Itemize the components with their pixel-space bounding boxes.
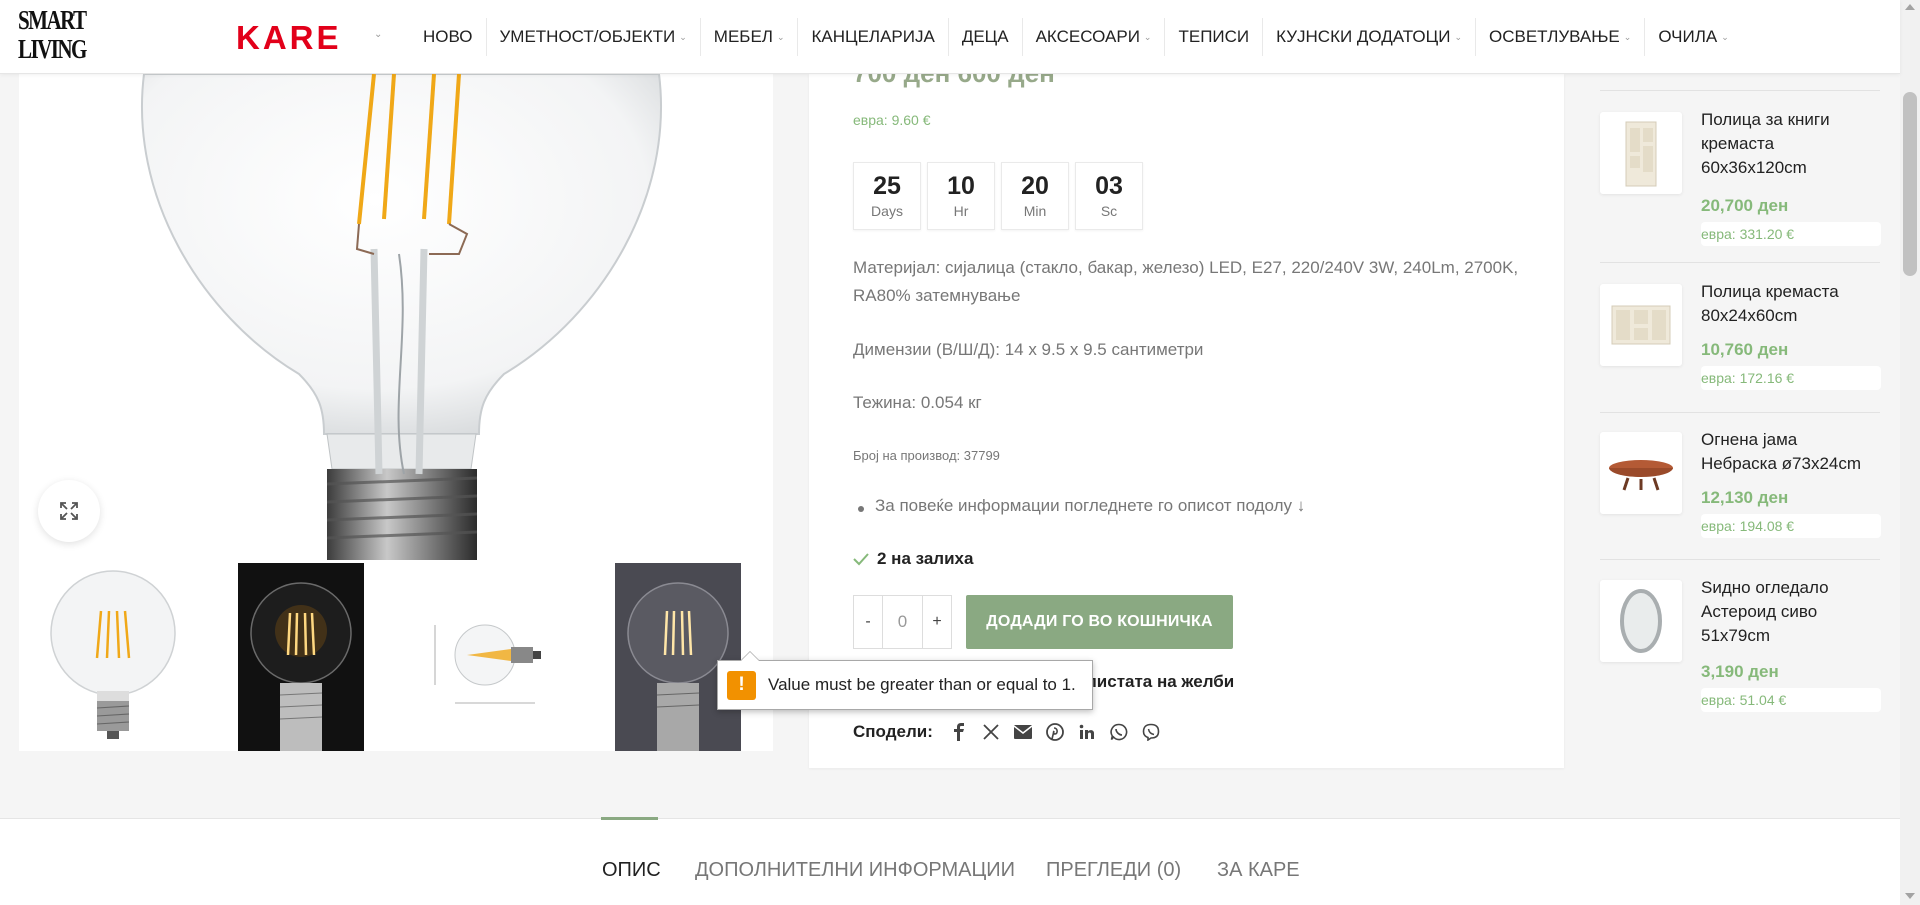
divider	[1600, 262, 1880, 263]
sidebar-product-price: 12,130 ден	[1701, 488, 1789, 507]
sidebar-product-image[interactable]	[1600, 284, 1682, 366]
nav-item-accessories[interactable]: АКСЕСОАРИ ⌄	[1023, 18, 1166, 56]
facebook-icon[interactable]	[949, 722, 969, 742]
sidebar-product-item[interactable]: Полица кремаста 80x24x60cm 10,760 ден ев…	[1600, 270, 1881, 430]
countdown-hours: 10 Hr	[927, 162, 995, 230]
add-to-cart-button[interactable]: ДОДАДИ ГО ВО КОШНИЧКА	[966, 595, 1233, 649]
validation-tooltip: ! Value must be greater than or equal to…	[717, 651, 1093, 710]
whatsapp-icon[interactable]	[1109, 722, 1129, 742]
thumbnail-1[interactable]	[19, 563, 207, 751]
more-info-text: За повеќе информации погледнете го описо…	[875, 496, 1306, 515]
thumbnail-2[interactable]	[238, 563, 364, 751]
chevron-down-icon: ⌄	[1721, 31, 1729, 42]
dimensions-text: Димензии (В/Ш/Д): 14 x 9.5 x 9.5 сантиме…	[853, 340, 1204, 359]
nav-item-kitchen[interactable]: КУЈНСКИ ДОДАТОЦИ ⌄	[1263, 18, 1476, 56]
sidebar-product-euro: евра: 172.16 €	[1701, 366, 1881, 390]
pinterest-icon[interactable]	[1045, 722, 1065, 742]
sidebar-product-title[interactable]: Полица кремаста 80x24x60cm	[1701, 280, 1876, 328]
sidebar-product-item[interactable]: Ѕидно огледало Астероид сиво 51x79cm 3,1…	[1600, 566, 1881, 726]
site-header: SMART LIVING KARE ⌄ НОВО УМЕТНОСТ/ОБЈЕКТИ…	[0, 0, 1900, 74]
nav-item-office[interactable]: КАНЦЕЛАРИЈА	[798, 18, 949, 56]
check-icon	[853, 553, 869, 566]
sale-countdown: 25 Days 10 Hr 20 Min 03 Sc	[853, 162, 1143, 230]
main-nav: НОВО УМЕТНОСТ/ОБЈЕКТИ ⌄ МЕБЕЛ ⌄ КАНЦЕЛАРИЈ…	[410, 18, 1742, 56]
thumbnail-4[interactable]	[615, 563, 741, 751]
share-label: Сподели:	[853, 722, 933, 741]
nav-item-rugs[interactable]: ТЕПИСИ	[1165, 18, 1264, 56]
chevron-down-icon: ⌄	[1454, 31, 1462, 42]
product-sku: Број на производ: 37799	[853, 448, 1000, 463]
quantity-stepper: - 0 +	[853, 595, 952, 649]
product-main-image[interactable]	[19, 74, 773, 569]
bullet-dot	[858, 506, 864, 512]
scrollbar-thumb[interactable]	[1903, 92, 1917, 276]
quantity-input[interactable]: 0	[882, 596, 923, 648]
nav-item-kids[interactable]: ДЕЦА	[949, 18, 1023, 56]
sidebar-product-price: 20,700 ден	[1701, 196, 1789, 215]
nav-item-novo[interactable]: НОВО	[410, 18, 487, 56]
sidebar-product-item[interactable]: Огнена јама Небраска ø73x24cm 12,130 ден…	[1600, 418, 1881, 578]
divider	[1600, 90, 1880, 91]
sidebar-product-title[interactable]: Ѕидно огледало Астероид сиво 51x79cm	[1701, 576, 1876, 648]
nav-item-furniture[interactable]: МЕБЕЛ ⌄	[701, 18, 799, 56]
countdown-days: 25 Days	[853, 162, 921, 230]
chevron-down-icon[interactable]: ⌄	[374, 29, 382, 40]
sidebar-products: Полица за книги кремаста 60x36x120cm 20,…	[1600, 74, 1881, 744]
quantity-increase-button[interactable]: +	[923, 596, 951, 648]
sidebar-product-image[interactable]	[1600, 112, 1682, 194]
chevron-down-icon: ⌄	[679, 31, 687, 42]
sidebar-product-price: 3,190 ден	[1701, 662, 1779, 681]
tab-description[interactable]: ОПИС	[602, 859, 661, 882]
chevron-down-icon: ⌄	[776, 31, 785, 42]
add-to-wishlist-link[interactable]: листата на желби	[1086, 672, 1234, 692]
sidebar-product-euro: евра: 331.20 €	[1701, 222, 1881, 246]
countdown-seconds: 03 Sc	[1075, 162, 1143, 230]
quantity-decrease-button[interactable]: -	[854, 596, 882, 648]
divider	[1600, 559, 1880, 560]
weight-text: Тежина: 0.054 кг	[853, 393, 982, 412]
sidebar-product-price: 10,760 ден	[1701, 340, 1789, 359]
sidebar-product-euro: евра: 194.08 €	[1701, 514, 1881, 538]
nav-item-glasses[interactable]: ОЧИЛА ⌄	[1645, 18, 1741, 56]
sidebar-product-item[interactable]: Полица за книги кремаста 60x36x120cm 20,…	[1600, 98, 1881, 258]
expand-icon	[60, 502, 78, 520]
stock-status: 2 на залиха	[853, 549, 973, 569]
tab-additional-info[interactable]: ДОПОЛНИТЕЛНИ ИНФОРМАЦИИ	[695, 859, 1015, 882]
chevron-down-icon: ⌄	[1143, 31, 1152, 42]
euro-price: евра: 9.60 €	[853, 112, 931, 128]
kare-logo[interactable]: KARE	[236, 19, 342, 57]
viber-icon[interactable]	[1141, 722, 1161, 742]
tab-reviews[interactable]: ПРЕГЛЕДИ (0)	[1046, 859, 1181, 882]
sidebar-product-image[interactable]	[1600, 580, 1682, 662]
sidebar-product-title[interactable]: Полица за книги кремаста 60x36x120cm	[1701, 108, 1876, 180]
zoom-expand-button[interactable]	[38, 480, 100, 542]
divider	[1600, 412, 1880, 413]
thumbnail-strip	[19, 563, 773, 751]
scroll-up-arrow-icon[interactable]	[1905, 4, 1915, 10]
nav-item-art-objects[interactable]: УМЕТНОСТ/ОБЈЕКТИ ⌄	[487, 18, 701, 56]
linkedin-icon[interactable]	[1077, 722, 1097, 742]
email-icon[interactable]	[1013, 722, 1033, 742]
x-icon[interactable]	[981, 722, 1001, 742]
material-text: Материјал: сијалица (стакло, бакар, желе…	[853, 258, 1519, 305]
scroll-down-arrow-icon[interactable]	[1905, 893, 1915, 899]
validation-message: Value must be greater than or equal to 1…	[768, 675, 1076, 694]
sidebar-product-euro: евра: 51.04 €	[1701, 688, 1881, 712]
share-row: Сподели:	[853, 722, 1161, 742]
warning-icon: !	[727, 670, 756, 700]
nav-item-lighting[interactable]: ОСВЕТЛУВАЊЕ ⌄	[1476, 18, 1646, 56]
countdown-minutes: 20 Min	[1001, 162, 1069, 230]
smart-living-logo[interactable]: SMART LIVING	[18, 6, 87, 70]
product-tabs: ОПИС ДОПОЛНИТЕЛНИ ИНФОРМАЦИИ ПРЕГЛЕДИ (0…	[0, 817, 1900, 905]
chevron-down-icon: ⌄	[1623, 31, 1632, 42]
sidebar-product-title[interactable]: Огнена јама Небраска ø73x24cm	[1701, 428, 1876, 476]
active-tab-indicator	[601, 817, 658, 820]
thumbnail-3[interactable]	[395, 563, 583, 751]
sidebar-product-image[interactable]	[1600, 432, 1682, 514]
tab-about-kare[interactable]: ЗА КАРЕ	[1217, 859, 1300, 882]
